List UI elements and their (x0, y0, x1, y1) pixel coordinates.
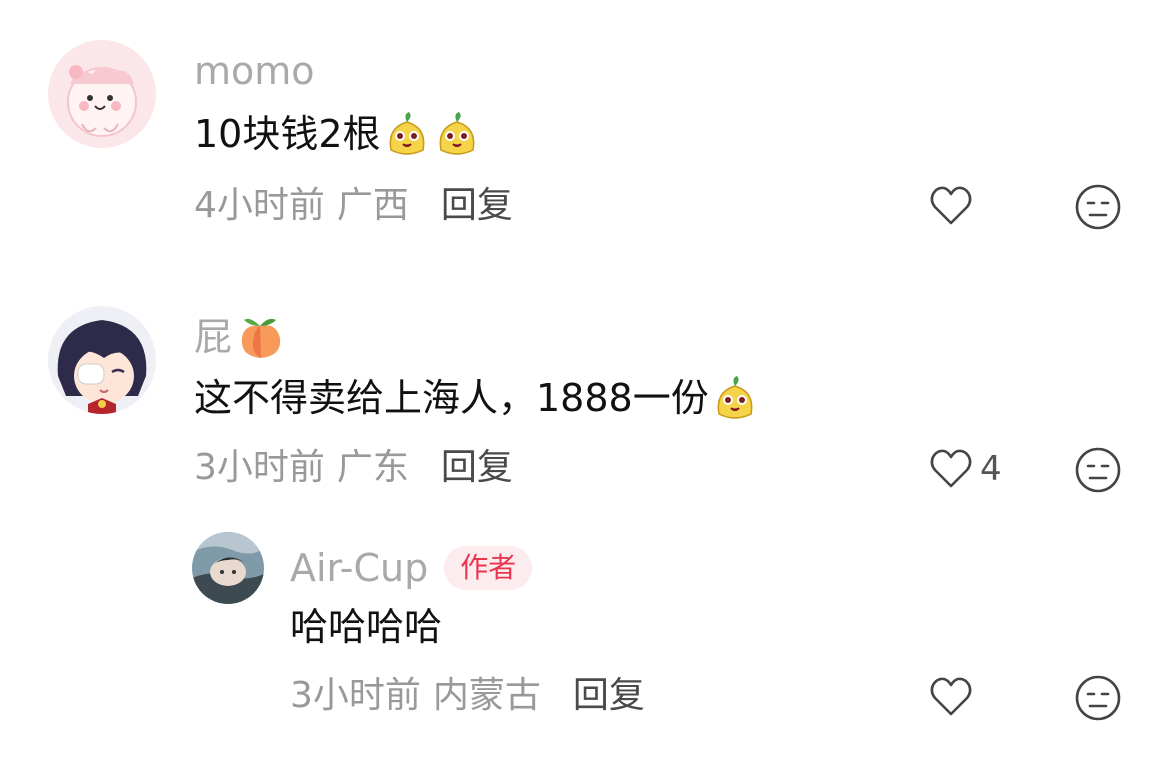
comment-item: 屁 这不得卖给上海人，1888一份 3小时前 广东 回复 4 (0, 260, 1170, 520)
yellow-pear-sticker-icon (439, 112, 474, 155)
like-count: 4 (980, 449, 1002, 489)
neutral-face-icon (1075, 184, 1121, 230)
comment-text: 10块钱2根 (194, 110, 481, 158)
like-button[interactable] (928, 674, 974, 720)
reply-button[interactable]: 回复 (441, 188, 513, 224)
comment-meta: 4小时前 广西 回复 (194, 188, 513, 224)
neutral-face-icon (1075, 675, 1121, 721)
avatar-image (48, 40, 156, 148)
like-button[interactable] (928, 183, 974, 229)
reply-button[interactable]: 回复 (441, 450, 513, 486)
username[interactable]: Air-Cup 作者 (290, 546, 533, 590)
comment-content: 哈哈哈哈 (290, 605, 443, 649)
comment-content: 10块钱2根 (194, 112, 381, 156)
comment-location: 广东 (336, 447, 409, 488)
heart-outline-icon (930, 449, 972, 488)
avatar-image (48, 306, 156, 414)
dislike-button[interactable] (1074, 446, 1122, 498)
comment-location: 内蒙古 (432, 675, 541, 716)
reply-button[interactable]: 回复 (573, 678, 645, 714)
avatar[interactable] (192, 532, 264, 604)
username[interactable]: 屁 (194, 312, 286, 362)
yellow-pear-sticker-icon (717, 376, 753, 419)
comment-time: 3小时前 (290, 675, 421, 716)
peach-emoji-icon (241, 318, 281, 358)
dislike-button[interactable] (1074, 674, 1122, 726)
username[interactable]: momo (194, 52, 315, 90)
comment-time: 3小时前 (194, 447, 325, 488)
yellow-pear-sticker-icon (389, 112, 424, 155)
username-text: momo (194, 49, 315, 93)
comment-content: 这不得卖给上海人，1888一份 (194, 376, 709, 420)
comment-location: 广西 (336, 185, 409, 226)
dislike-button[interactable] (1074, 183, 1122, 235)
avatar-image (192, 532, 264, 604)
reply-item: Air-Cup 作者 哈哈哈哈 3小时前 内蒙古 回复 (0, 520, 1170, 780)
avatar[interactable] (48, 40, 156, 148)
heart-outline-icon (930, 186, 972, 225)
username-text: Air-Cup (290, 546, 429, 590)
comment-text: 这不得卖给上海人，1888一份 (194, 374, 759, 422)
comment-meta: 3小时前 内蒙古 回复 (290, 678, 645, 714)
comment-time: 4小时前 (194, 185, 325, 226)
like-button[interactable]: 4 (928, 446, 1002, 492)
comment-item: momo 10块钱2根 4小时前 广西 回复 (0, 0, 1170, 260)
avatar[interactable] (48, 306, 156, 414)
author-badge: 作者 (444, 546, 533, 590)
heart-outline-icon (930, 677, 972, 716)
comment-text: 哈哈哈哈 (290, 608, 442, 646)
comment-meta: 3小时前 广东 回复 (194, 450, 513, 486)
username-text: 屁 (194, 315, 233, 359)
neutral-face-icon (1075, 447, 1121, 493)
